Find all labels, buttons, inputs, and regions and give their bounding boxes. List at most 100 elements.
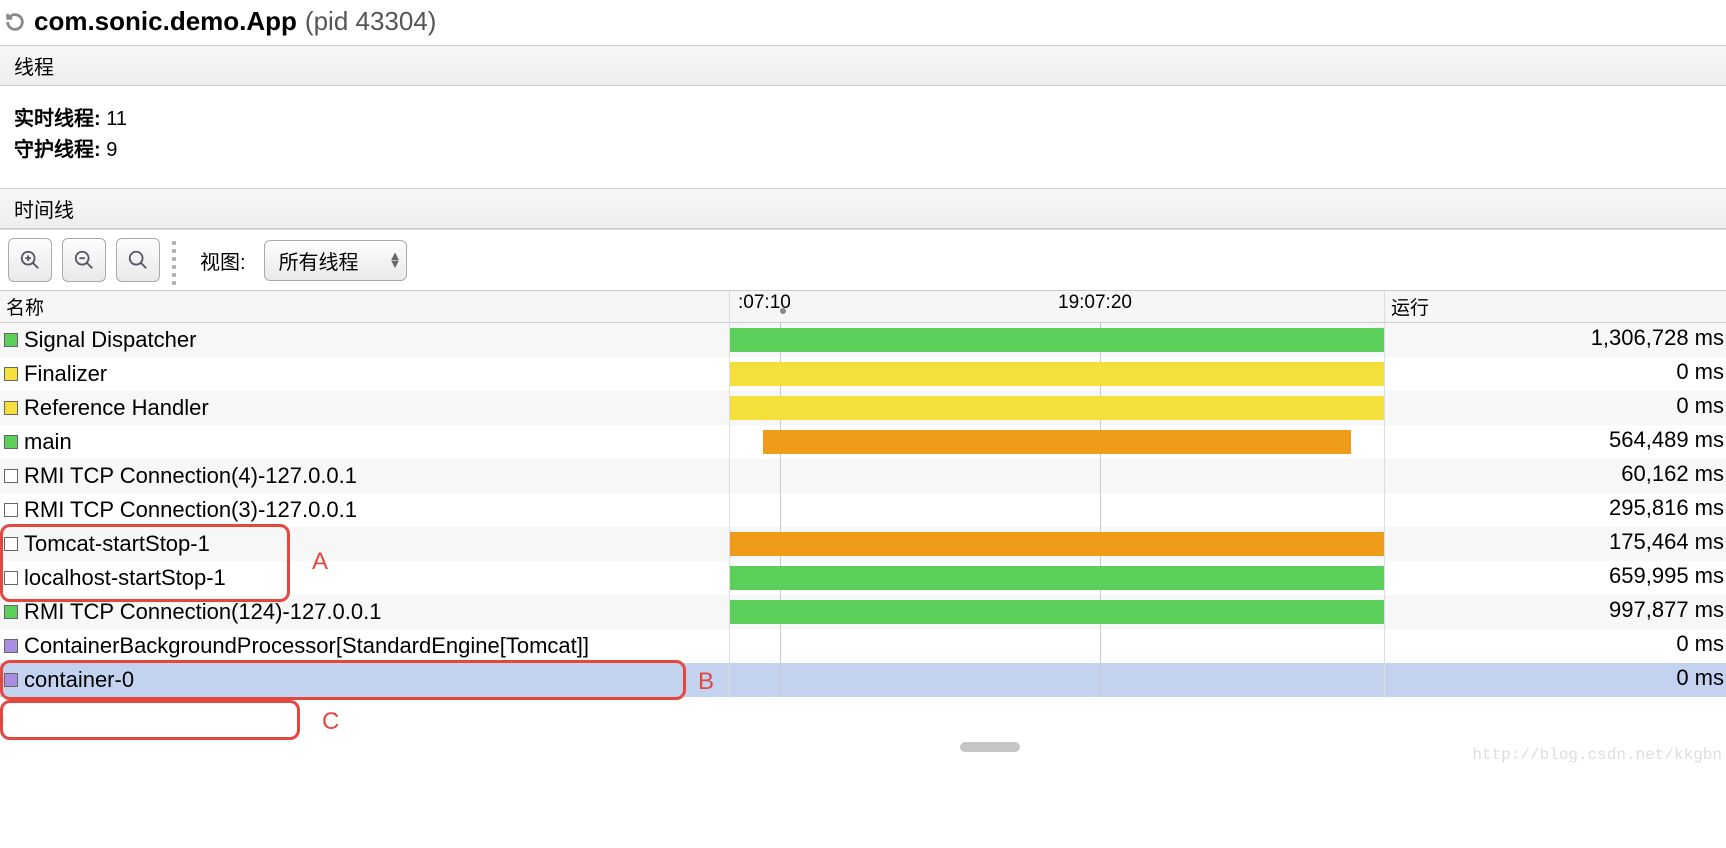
thread-name: container-0: [24, 667, 134, 693]
name-cell: RMI TCP Connection(4)-127.0.0.1: [0, 459, 730, 493]
run-cell: 997,877 ms: [1385, 595, 1726, 629]
timeline-cell: [730, 357, 1385, 391]
run-cell: 564,489 ms: [1385, 425, 1726, 459]
timeline-cell: [730, 493, 1385, 527]
zoom-in-button[interactable]: [8, 238, 52, 282]
thread-name: Finalizer: [24, 361, 107, 387]
status-square-icon: [4, 673, 18, 687]
name-cell: RMI TCP Connection(3)-127.0.0.1: [0, 493, 730, 527]
status-square-icon: [4, 333, 18, 347]
name-cell: localhost-startStop-1: [0, 561, 730, 595]
run-cell: 1,306,728 ms: [1385, 323, 1726, 357]
thread-stats: 实时线程: 11 守护线程: 9: [0, 86, 1726, 188]
name-cell: RMI TCP Connection(124)-127.0.0.1: [0, 595, 730, 629]
table-header: 名称 :07:10 19:07:20 运行: [0, 290, 1726, 323]
refresh-icon: [4, 11, 26, 33]
timeline-cell: [730, 391, 1385, 425]
timeline-bar: [730, 396, 1384, 420]
table-row[interactable]: RMI TCP Connection(3)-127.0.0.1 295,816 m…: [0, 493, 1726, 527]
live-threads-value: 11: [106, 108, 127, 130]
name-cell: Finalizer: [0, 357, 730, 391]
section-threads-heading: 线程: [0, 45, 1726, 86]
timeline-cell: [730, 425, 1385, 459]
status-square-icon: [4, 469, 18, 483]
time-caret-icon: [780, 308, 786, 314]
view-select[interactable]: 所有线程 ▲▼: [264, 240, 408, 281]
col-run[interactable]: 运行: [1385, 291, 1726, 322]
thread-name: localhost-startStop-1: [24, 565, 226, 591]
run-cell: 295,816 ms: [1385, 493, 1726, 527]
table-row[interactable]: Finalizer 0 ms: [0, 357, 1726, 391]
thread-name: main: [24, 429, 72, 455]
table-row[interactable]: main 564,489 ms: [0, 425, 1726, 459]
timeline-bar: [730, 600, 1384, 624]
zoom-out-button[interactable]: [62, 238, 106, 282]
run-cell: 0 ms: [1385, 629, 1726, 663]
watermark-text: http://blog.csdn.net/kkgbn: [1472, 746, 1722, 764]
run-cell: 175,464 ms: [1385, 527, 1726, 561]
table-row[interactable]: Signal Dispatcher 1,306,728 ms: [0, 323, 1726, 357]
name-cell: Tomcat-startStop-1: [0, 527, 730, 561]
name-cell: main: [0, 425, 730, 459]
timeline-bar: [730, 328, 1384, 352]
view-select-value: 所有线程: [279, 246, 359, 275]
thread-name: ContainerBackgroundProcessor[StandardEng…: [24, 633, 589, 659]
time-tick-2: 19:07:20: [1058, 292, 1132, 314]
timeline-cell: [730, 595, 1385, 629]
status-square-icon: [4, 435, 18, 449]
table-row[interactable]: Tomcat-startStop-1 175,464 ms: [0, 527, 1726, 561]
col-timeline[interactable]: :07:10 19:07:20: [730, 291, 1385, 322]
status-square-icon: [4, 605, 18, 619]
col-name[interactable]: 名称: [0, 291, 730, 322]
run-cell: 0 ms: [1385, 357, 1726, 391]
thread-name: RMI TCP Connection(124)-127.0.0.1: [24, 599, 382, 625]
section-timeline-heading: 时间线: [0, 188, 1726, 229]
timeline-cell: [730, 459, 1385, 493]
annotation-label-c: C: [322, 708, 339, 736]
run-cell: 0 ms: [1385, 391, 1726, 425]
title-bar: com.sonic.demo.App (pid 43304): [0, 0, 1726, 45]
thread-name: Tomcat-startStop-1: [24, 531, 210, 557]
name-cell: Reference Handler: [0, 391, 730, 425]
thread-name: Reference Handler: [24, 395, 209, 421]
timeline-toolbar: 视图: 所有线程 ▲▼: [0, 229, 1726, 290]
name-cell: Signal Dispatcher: [0, 323, 730, 357]
thread-table: 名称 :07:10 19:07:20 运行 Signal Dispatcher 1…: [0, 290, 1726, 697]
timeline-bar: [730, 532, 1384, 556]
live-threads-label: 实时线程:: [14, 108, 101, 130]
daemon-threads-label: 守护线程:: [14, 139, 101, 161]
annotation-box-c: [0, 700, 300, 740]
table-row[interactable]: ContainerBackgroundProcessor[StandardEng…: [0, 629, 1726, 663]
daemon-threads-value: 9: [106, 139, 117, 161]
name-cell: container-0: [0, 663, 730, 697]
horizontal-scroll-thumb[interactable]: [960, 742, 1020, 752]
status-square-icon: [4, 503, 18, 517]
run-cell: 60,162 ms: [1385, 459, 1726, 493]
thread-name: RMI TCP Connection(3)-127.0.0.1: [24, 497, 357, 523]
zoom-fit-button[interactable]: [116, 238, 160, 282]
thread-name: Signal Dispatcher: [24, 327, 196, 353]
pid-label: (pid 43304): [305, 6, 437, 37]
run-cell: 0 ms: [1385, 663, 1726, 697]
toolbar-grip: [172, 241, 178, 279]
table-row[interactable]: container-0 0 ms: [0, 663, 1726, 697]
status-square-icon: [4, 537, 18, 551]
status-square-icon: [4, 571, 18, 585]
timeline-cell: [730, 561, 1385, 595]
status-square-icon: [4, 639, 18, 653]
status-square-icon: [4, 401, 18, 415]
table-row[interactable]: localhost-startStop-1 659,995 ms: [0, 561, 1726, 595]
timeline-bar: [730, 566, 1384, 590]
view-label: 视图:: [200, 246, 246, 275]
table-row[interactable]: Reference Handler 0 ms: [0, 391, 1726, 425]
timeline-cell: [730, 629, 1385, 663]
timeline-cell: [730, 527, 1385, 561]
app-name: com.sonic.demo.App: [34, 6, 297, 37]
thread-name: RMI TCP Connection(4)-127.0.0.1: [24, 463, 357, 489]
status-square-icon: [4, 367, 18, 381]
timeline-bar: [730, 362, 1384, 386]
table-row[interactable]: RMI TCP Connection(124)-127.0.0.1 997,877…: [0, 595, 1726, 629]
run-cell: 659,995 ms: [1385, 561, 1726, 595]
timeline-bar: [763, 430, 1352, 454]
table-row[interactable]: RMI TCP Connection(4)-127.0.0.1 60,162 ms: [0, 459, 1726, 493]
